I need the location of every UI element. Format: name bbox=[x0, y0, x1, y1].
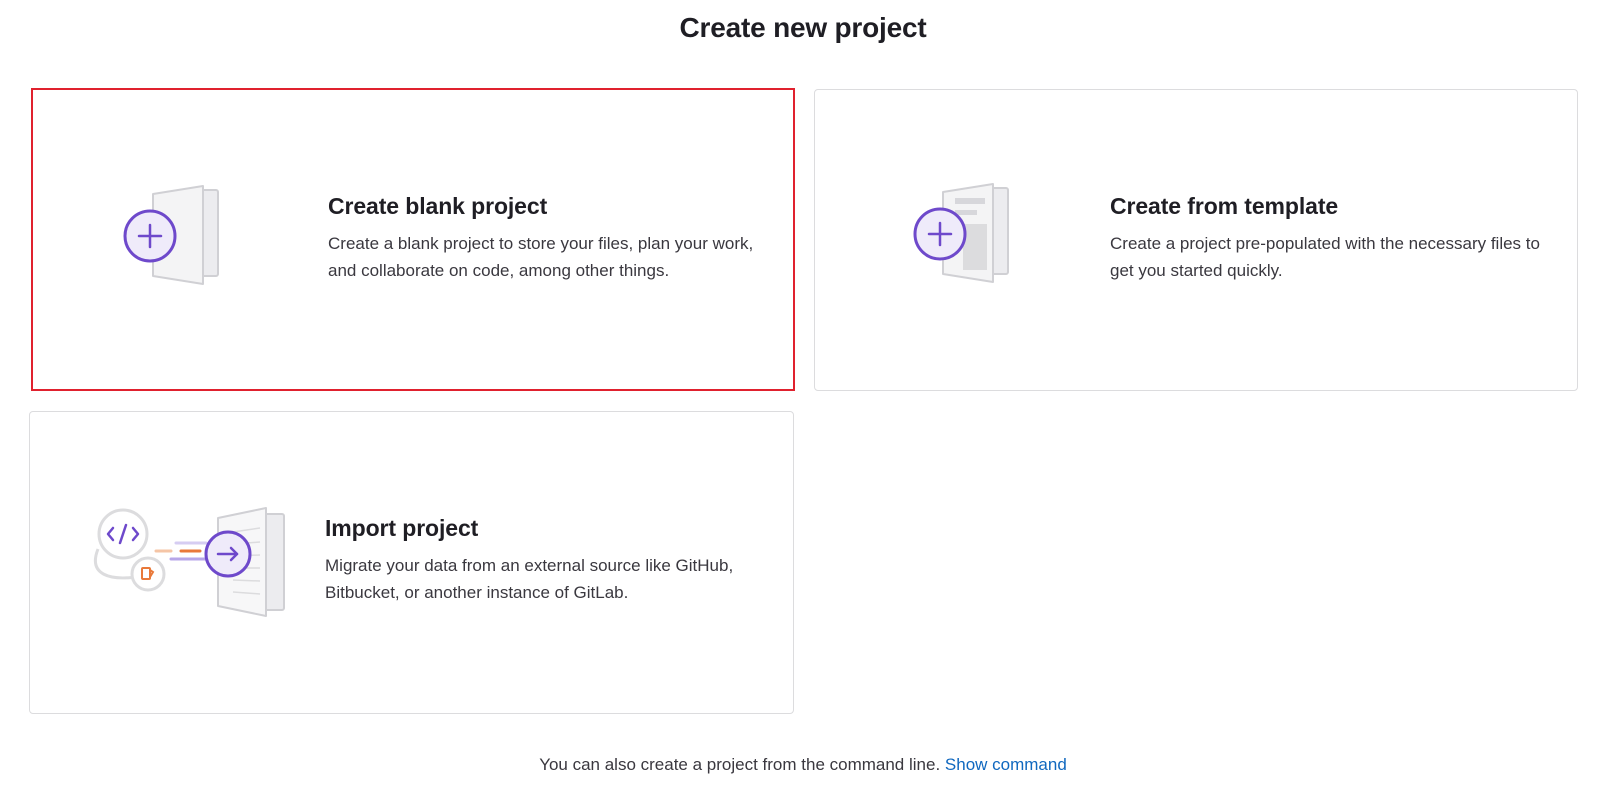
card-title: Create blank project bbox=[328, 193, 548, 219]
template-project-illustration bbox=[913, 183, 1009, 283]
card-description: Create a project pre-populated with the … bbox=[1110, 234, 1540, 280]
page-title: Create new project bbox=[679, 12, 927, 43]
card-title: Import project bbox=[325, 515, 479, 541]
card-description: Migrate your data from an external sourc… bbox=[325, 556, 734, 602]
import-project-card[interactable]: Import project Migrate your data from an… bbox=[29, 411, 794, 714]
blank-project-illustration bbox=[123, 185, 219, 285]
show-command-link[interactable]: Show command bbox=[945, 755, 1067, 774]
command-line-hint: You can also create a project from the c… bbox=[0, 755, 1606, 775]
create-blank-project-card[interactable]: Create blank project Create a blank proj… bbox=[31, 88, 795, 391]
import-project-illustration bbox=[93, 507, 285, 617]
card-title: Create from template bbox=[1110, 193, 1339, 219]
card-description: Create a blank project to store your fil… bbox=[328, 234, 754, 280]
create-from-template-card[interactable]: Create from template Create a project pr… bbox=[814, 89, 1578, 391]
command-line-text: You can also create a project from the c… bbox=[539, 755, 941, 774]
